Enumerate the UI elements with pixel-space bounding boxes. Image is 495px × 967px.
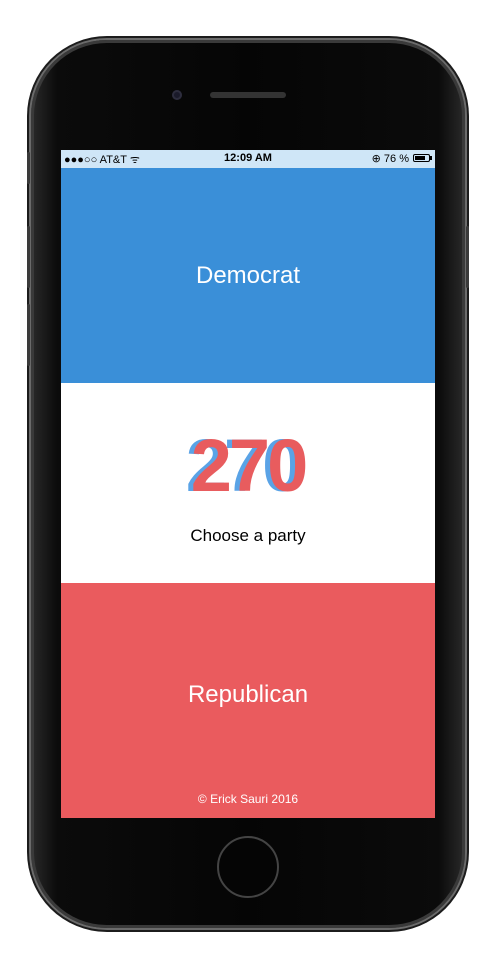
republican-label: Republican: [187, 681, 309, 708]
democrat-label: Democrat: [195, 261, 301, 289]
logo-270: 270 270: [61, 421, 435, 511]
logo-text: 270: [190, 424, 308, 507]
status-bar: ●●●○○ AT&T ᯤ 12:09 AM ⊕ 76 %: [61, 150, 435, 168]
battery-icon: [413, 154, 430, 162]
power-button: [466, 226, 469, 288]
copyright-text: © Erick Sauri 2016: [197, 792, 299, 806]
battery-percentage: ⊕ 76 %: [371, 153, 409, 165]
front-camera: [172, 90, 182, 100]
mute-switch: [27, 152, 30, 184]
logo-section: 270 270 Choose a party: [61, 383, 435, 583]
earpiece-speaker: [210, 92, 286, 98]
volume-down-button: [27, 304, 30, 366]
tagline: Choose a party: [190, 526, 306, 545]
phone-frame: ●●●○○ AT&T ᯤ 12:09 AM ⊕ 76 % Democrat 27…: [27, 40, 469, 928]
battery-tip: [430, 156, 432, 160]
app-screen: ●●●○○ AT&T ᯤ 12:09 AM ⊕ 76 % Democrat 27…: [61, 150, 435, 818]
democrat-button[interactable]: Democrat: [61, 168, 435, 383]
home-button[interactable]: [217, 836, 279, 898]
battery-level: [415, 156, 425, 160]
volume-up-button: [27, 226, 30, 288]
republican-button[interactable]: Republican © Erick Sauri 2016: [61, 583, 435, 818]
